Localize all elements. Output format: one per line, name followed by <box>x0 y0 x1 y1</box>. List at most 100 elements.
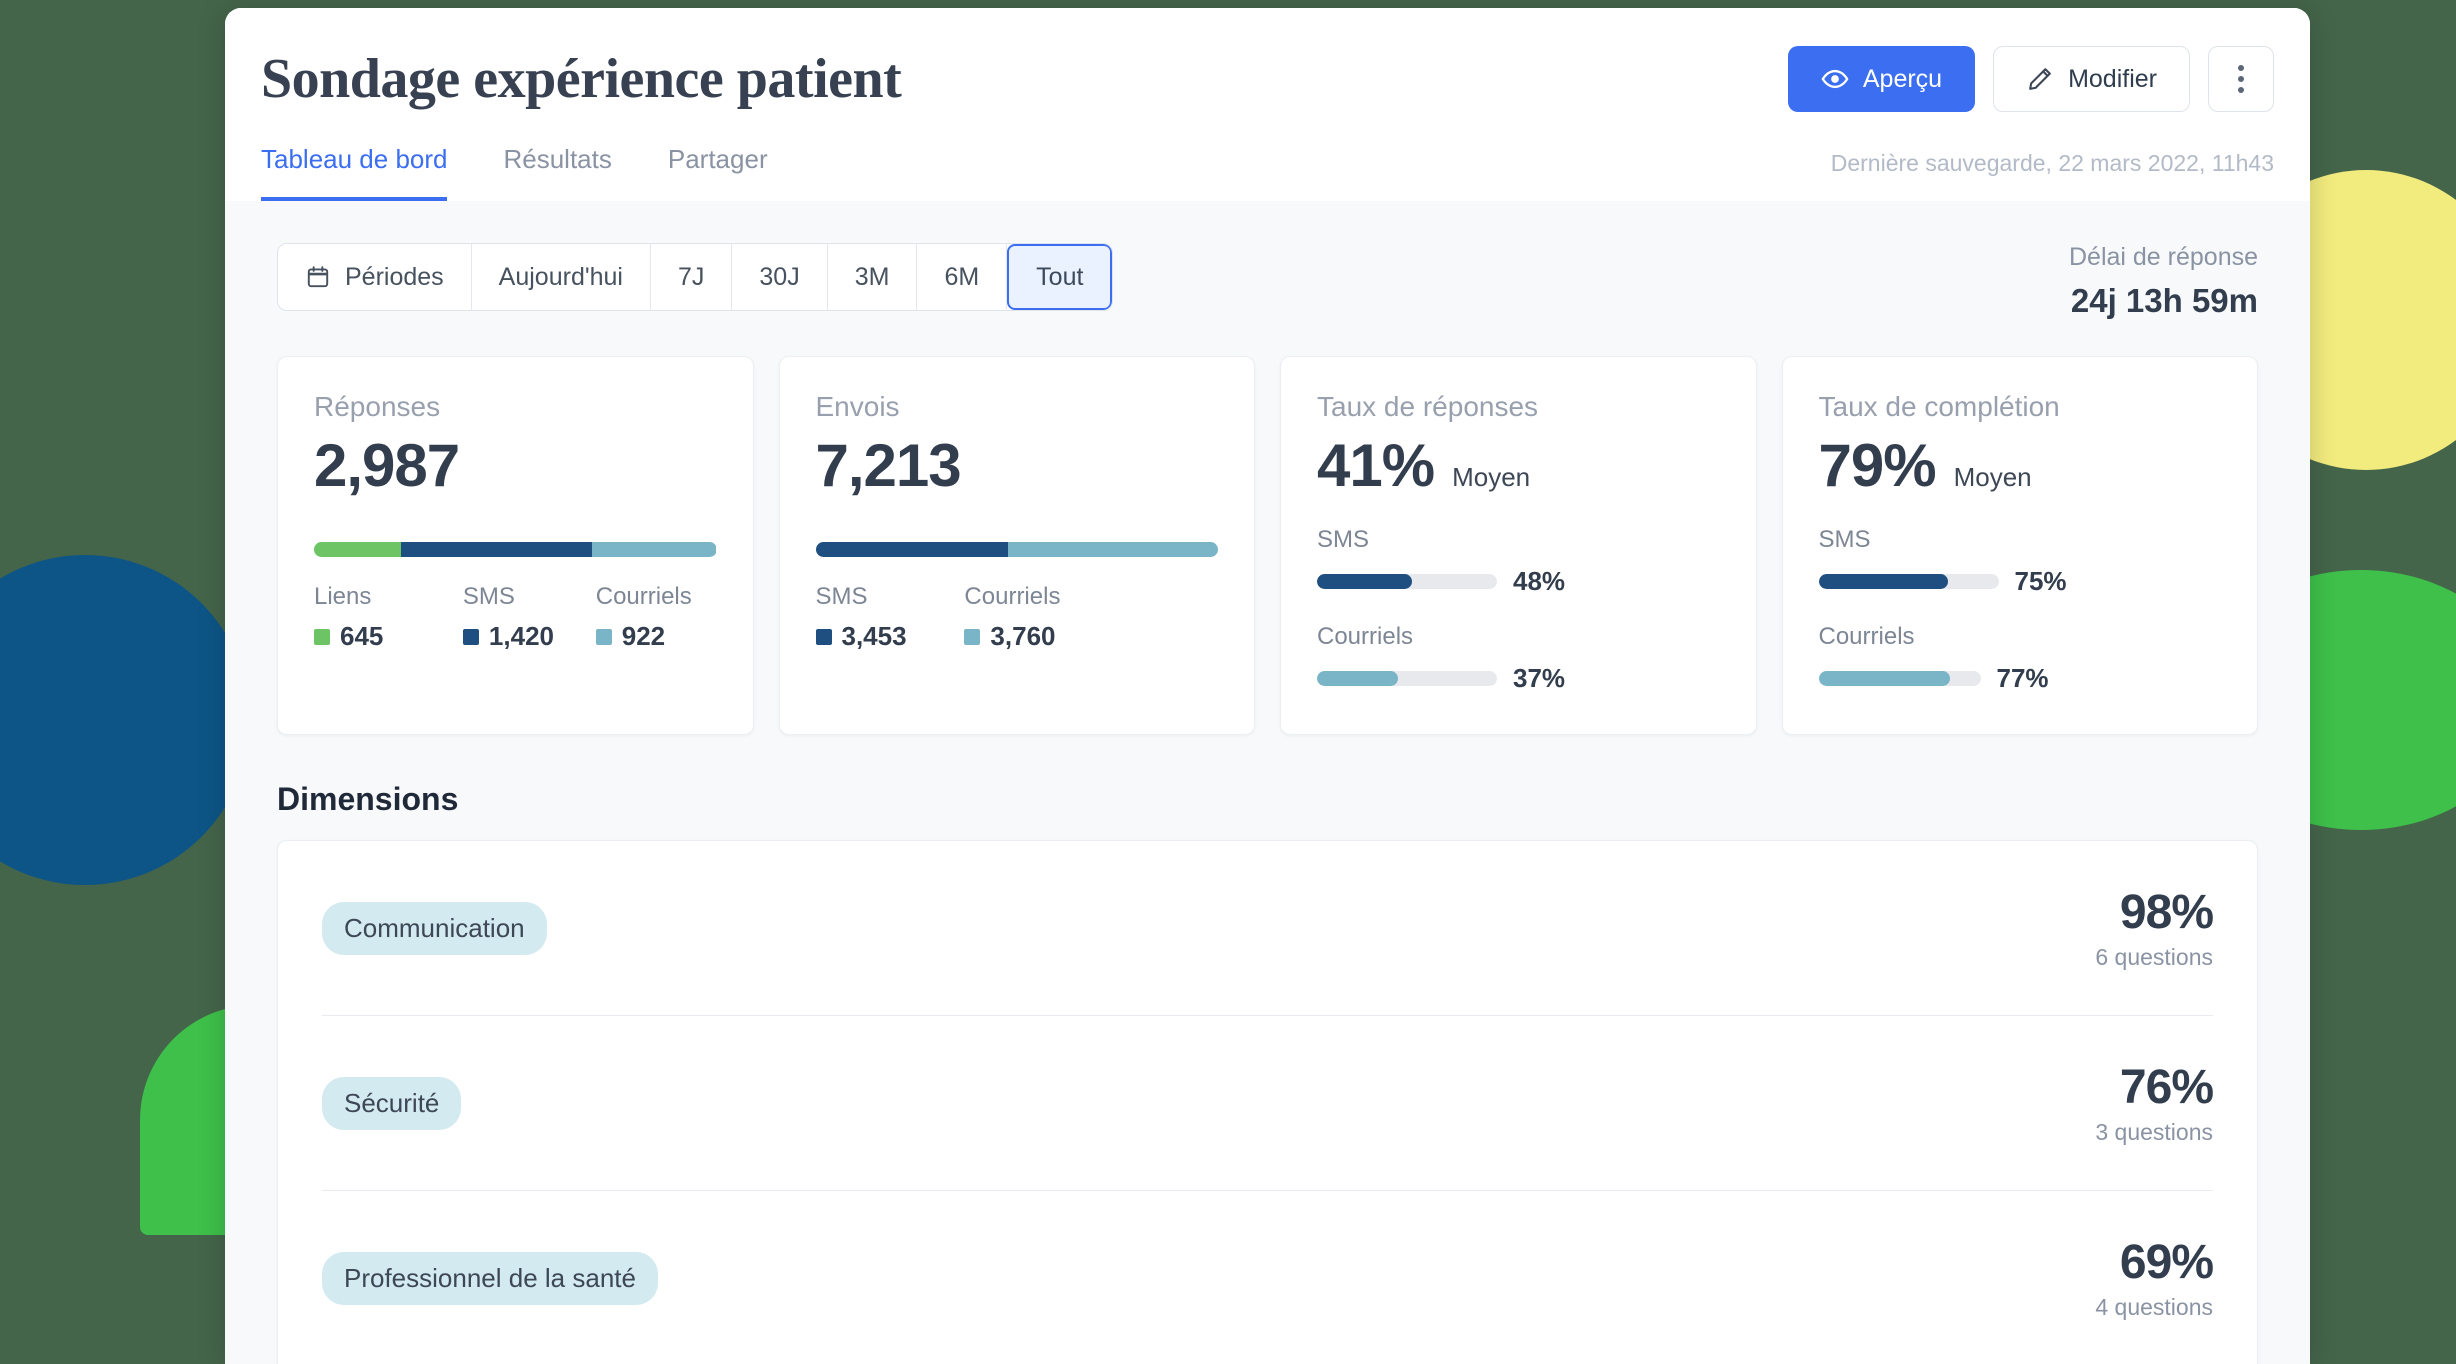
card-response-rate-title: Taux de réponses <box>1317 391 1720 423</box>
card-response-rate-headline: 41% Moyen <box>1317 431 1720 500</box>
dimension-pct: 76% <box>2095 1060 2213 1115</box>
vertical-dots-icon <box>2238 65 2244 93</box>
legend-item-sms: SMS 1,420 <box>463 583 596 652</box>
period-option-today[interactable]: Aujourd'hui <box>472 244 651 310</box>
dimension-row[interactable]: Communication 98% 6 questions <box>322 841 2213 1016</box>
legend-name-sms: SMS <box>816 583 965 611</box>
periods-button[interactable]: Périodes <box>278 244 472 310</box>
metric-pct-courriels: 37% <box>1513 663 1565 694</box>
app-header: Sondage expérience patient Aperçu <box>225 8 2310 201</box>
card-responses: Réponses 2,987 Liens 645 <box>277 356 754 735</box>
legend-value-sms: 1,420 <box>463 621 596 652</box>
dimensions-list: Communication 98% 6 questions Sécurité 7… <box>277 840 2258 1364</box>
period-option-7j[interactable]: 7J <box>651 244 732 310</box>
edit-button[interactable]: Modifier <box>1993 46 2190 112</box>
periods-label: Périodes <box>345 263 444 292</box>
legend-value-courriels: 922 <box>596 621 692 652</box>
tab-results[interactable]: Résultats <box>503 144 611 201</box>
preview-button-label: Aperçu <box>1863 65 1942 94</box>
metric-label-sms: SMS <box>1317 526 1720 554</box>
dimension-pct: 69% <box>2095 1235 2213 1290</box>
dimension-chip: Communication <box>322 902 547 955</box>
swatch-sms <box>816 629 832 645</box>
legend-item-sms: SMS 3,453 <box>816 583 965 652</box>
tab-bar: Tableau de bord Résultats Partager <box>261 144 768 201</box>
legend-item-courriels: Courriels 3,760 <box>964 583 1060 652</box>
card-response-rate-qualifier: Moyen <box>1452 462 1530 493</box>
legend-number-courriels: 3,760 <box>990 621 1055 652</box>
metric-courriels: Courriels 37% <box>1317 623 1720 694</box>
metric-track-courriels <box>1819 671 1981 686</box>
legend-name-courriels: Courriels <box>964 583 1060 611</box>
period-option-6m[interactable]: 6M <box>917 244 1007 310</box>
metric-sms: SMS 75% <box>1819 526 2222 597</box>
legend-name-sms: SMS <box>463 583 596 611</box>
dimension-score: 98% 6 questions <box>2095 885 2213 971</box>
page-title: Sondage expérience patient <box>261 47 901 111</box>
tab-share[interactable]: Partager <box>668 144 768 201</box>
metric-pct-courriels: 77% <box>1997 663 2049 694</box>
metric-label-courriels: Courriels <box>1819 623 2222 651</box>
last-saved-note: Dernière sauvegarde, 22 mars 2022, 11h43 <box>1831 150 2274 201</box>
legend-number-sms: 1,420 <box>489 621 554 652</box>
legend-number-liens: 645 <box>340 621 383 652</box>
eye-icon <box>1821 65 1849 93</box>
response-delay-value: 24j 13h 59m <box>2069 282 2258 320</box>
preview-button[interactable]: Aperçu <box>1788 46 1975 112</box>
dimension-question-count: 6 questions <box>2095 944 2213 971</box>
metric-label-courriels: Courriels <box>1317 623 1720 651</box>
legend-value-courriels: 3,760 <box>964 621 1060 652</box>
metric-track-sms <box>1317 574 1497 589</box>
card-completion-rate-value: 79% <box>1819 431 1936 500</box>
card-response-rate: Taux de réponses 41% Moyen SMS 48% Courr… <box>1280 356 1757 735</box>
card-completion-rate-title: Taux de complétion <box>1819 391 2222 423</box>
filters-row: Périodes Aujourd'hui 7J 30J 3M 6M Tout D… <box>277 243 2258 320</box>
period-segmented-control: Périodes Aujourd'hui 7J 30J 3M 6M Tout <box>277 243 1113 311</box>
metric-pct-sms: 48% <box>1513 566 1565 597</box>
dimension-row[interactable]: Sécurité 76% 3 questions <box>322 1016 2213 1191</box>
bar-segment-courriels <box>592 542 716 557</box>
card-completion-rate: Taux de complétion 79% Moyen SMS 75% Cou… <box>1782 356 2259 735</box>
legend-item-courriels: Courriels 922 <box>596 583 692 652</box>
more-options-button[interactable] <box>2208 46 2274 112</box>
blue-circle-decoration <box>0 555 250 885</box>
response-delay-label: Délai de réponse <box>2069 243 2258 272</box>
card-sends: Envois 7,213 SMS 3,453 Courriel <box>779 356 1256 735</box>
card-responses-title: Réponses <box>314 391 717 423</box>
metric-pct-sms: 75% <box>2015 566 2067 597</box>
response-delay-block: Délai de réponse 24j 13h 59m <box>2069 243 2258 320</box>
dimension-pct: 98% <box>2095 885 2213 940</box>
dimension-score: 69% 4 questions <box>2095 1235 2213 1321</box>
swatch-courriels <box>596 629 612 645</box>
legend-number-courriels: 922 <box>622 621 665 652</box>
period-option-tout[interactable]: Tout <box>1007 244 1112 310</box>
card-sends-title: Envois <box>816 391 1219 423</box>
dimension-question-count: 4 questions <box>2095 1294 2213 1321</box>
period-option-30j[interactable]: 30J <box>732 244 827 310</box>
dimension-question-count: 3 questions <box>2095 1119 2213 1146</box>
swatch-courriels <box>964 629 980 645</box>
legend-value-sms: 3,453 <box>816 621 965 652</box>
card-response-rate-value: 41% <box>1317 431 1434 500</box>
swatch-liens <box>314 629 330 645</box>
edit-button-label: Modifier <box>2068 65 2157 94</box>
card-sends-value: 7,213 <box>816 431 1219 500</box>
legend-name-courriels: Courriels <box>596 583 692 611</box>
bar-segment-sms <box>401 542 592 557</box>
card-sends-legend: SMS 3,453 Courriels 3,760 <box>816 583 1219 652</box>
period-option-3m[interactable]: 3M <box>828 244 918 310</box>
bar-segment-sms <box>816 542 1009 557</box>
tab-dashboard[interactable]: Tableau de bord <box>261 144 447 201</box>
card-completion-rate-headline: 79% Moyen <box>1819 431 2222 500</box>
metric-bar-courriels: 77% <box>1819 663 2222 694</box>
dashboard-body: Périodes Aujourd'hui 7J 30J 3M 6M Tout D… <box>225 201 2310 1364</box>
bar-segment-courriels <box>1008 542 1218 557</box>
dimension-row[interactable]: Professionnel de la santé 69% 4 question… <box>322 1191 2213 1364</box>
card-responses-legend: Liens 645 SMS 1,420 Co <box>314 583 717 652</box>
calendar-icon <box>305 264 331 290</box>
card-responses-stacked-bar <box>314 542 717 557</box>
header-top-row: Sondage expérience patient Aperçu <box>261 8 2274 112</box>
card-completion-rate-qualifier: Moyen <box>1954 462 2032 493</box>
metric-sms: SMS 48% <box>1317 526 1720 597</box>
dimensions-section-title: Dimensions <box>277 781 2258 818</box>
